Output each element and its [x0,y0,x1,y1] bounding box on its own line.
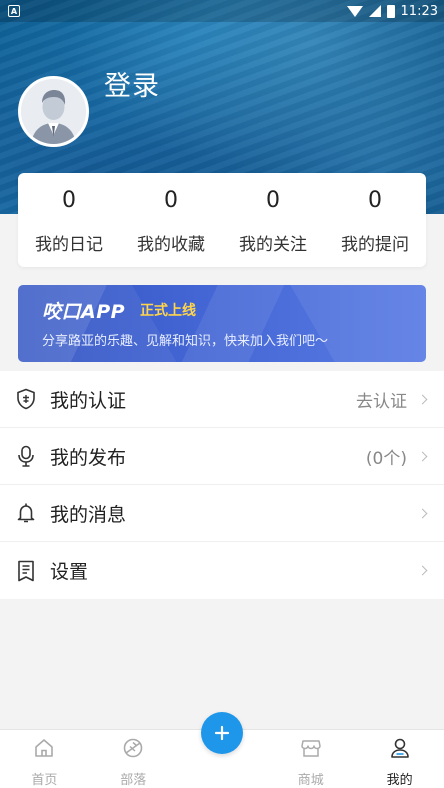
stat-value: 0 [164,187,178,213]
bell-icon [16,502,36,524]
stat-label: 我的日记 [35,234,103,255]
tab-label: 首页 [31,773,58,788]
shield-icon [16,388,36,410]
stat-label: 我的提问 [341,234,409,255]
stats-card: 0 我的日记 0 我的收藏 0 我的关注 0 我的提问 [18,173,426,267]
chevron-right-icon [417,508,428,518]
promo-banner[interactable]: 咬口APP 正式上线 分享路亚的乐趣、见解和知识，快来加入我们吧～ [18,285,426,362]
store-icon [299,737,323,759]
chevron-right-icon [417,565,428,576]
default-avatar-icon [21,79,86,144]
menu-value: (0个) [365,448,407,469]
menu-value: 去认证 [356,391,407,412]
stat-label: 我的收藏 [137,234,205,255]
tab-home[interactable]: 首页 [0,730,89,788]
status-bar: A 11:23 [0,0,444,22]
avatar[interactable] [18,76,89,147]
tab-label: 商城 [297,773,324,788]
banner-title: 咬口APP [42,301,126,323]
stat-value: 0 [368,187,382,213]
menu-item-settings[interactable]: 设置 [0,542,444,599]
notification-icon: A [8,5,20,17]
stat-value: 0 [62,187,76,213]
stat-favorites[interactable]: 0 我的收藏 [126,186,216,255]
tribe-icon [121,737,145,759]
tab-label: 部落 [120,773,147,788]
menu-label: 我的消息 [50,503,127,526]
stat-diary[interactable]: 0 我的日记 [24,186,114,255]
stat-questions[interactable]: 0 我的提问 [330,186,420,255]
microphone-icon [16,445,36,467]
menu-label: 我的发布 [50,446,127,469]
add-post-button[interactable] [201,712,243,754]
banner-badge: 正式上线 [140,303,196,319]
status-time: 11:23 [400,3,438,19]
tab-mine[interactable]: 我的 [355,730,444,788]
login-button[interactable]: 登录 [104,64,160,103]
menu-label: 我的认证 [50,389,127,412]
wifi-icon [346,5,363,17]
menu-item-messages[interactable]: 我的消息 [0,485,444,542]
settings-doc-icon [16,560,36,582]
stat-value: 0 [266,187,280,213]
menu-item-publish[interactable]: 我的发布 (0个) [0,428,444,485]
signal-icon [368,5,381,17]
user-icon [388,737,412,759]
plus-icon [214,725,230,741]
tab-label: 我的 [386,773,413,788]
chevron-right-icon [417,451,428,461]
chevron-right-icon [417,394,428,404]
battery-icon [386,4,395,18]
stat-following[interactable]: 0 我的关注 [228,186,318,255]
stat-label: 我的关注 [239,234,307,255]
tab-store[interactable]: 商城 [266,730,355,788]
banner-subtitle: 分享路亚的乐趣、见解和知识，快来加入我们吧～ [42,334,329,349]
tab-tribe[interactable]: 部落 [89,730,178,788]
home-icon [32,737,56,759]
menu-list: 我的认证 去认证 我的发布 (0个) 我的消息 设置 [0,371,444,599]
menu-label: 设置 [50,561,89,583]
menu-item-certification[interactable]: 我的认证 去认证 [0,371,444,428]
